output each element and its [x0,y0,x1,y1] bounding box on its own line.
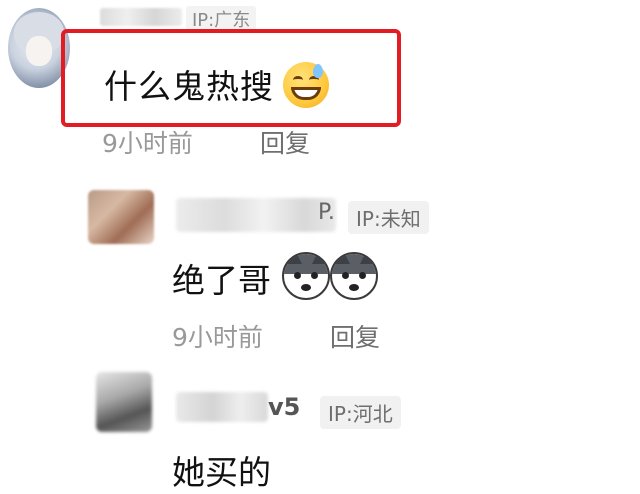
husky-nose [301,284,311,291]
husky-ear [334,254,350,264]
husky-ear [360,254,376,264]
blurred-username[interactable] [100,8,182,26]
avatar[interactable] [88,190,154,244]
husky-eye [342,272,349,279]
ip-location: IP:未知 [348,201,429,234]
husky-ear [312,254,328,264]
avatar[interactable] [96,372,152,432]
avatar-face [26,36,52,66]
husky-eye [311,272,318,279]
reply-text: 绝了哥 [172,261,271,300]
husky-eye [359,272,366,279]
username-suffix: v5 [268,393,301,421]
ip-location: IP:河北 [320,396,401,429]
comment-time: 9小时前 [102,129,193,158]
husky-ear [286,254,302,264]
reply-time: 9小时前 [172,323,263,352]
reply-button[interactable]: 回复 [330,318,380,354]
red-highlight-box [61,29,401,127]
reply-button[interactable]: 回复 [260,124,310,160]
husky-emoji-icon [330,252,378,300]
username-suffix: P. [318,200,335,225]
blurred-username[interactable] [176,392,268,422]
reply-text: 她买的 [172,453,271,492]
husky-emoji-icon [282,252,330,300]
husky-eye [294,272,301,279]
blurred-username[interactable] [176,198,336,232]
husky-nose [349,284,359,291]
